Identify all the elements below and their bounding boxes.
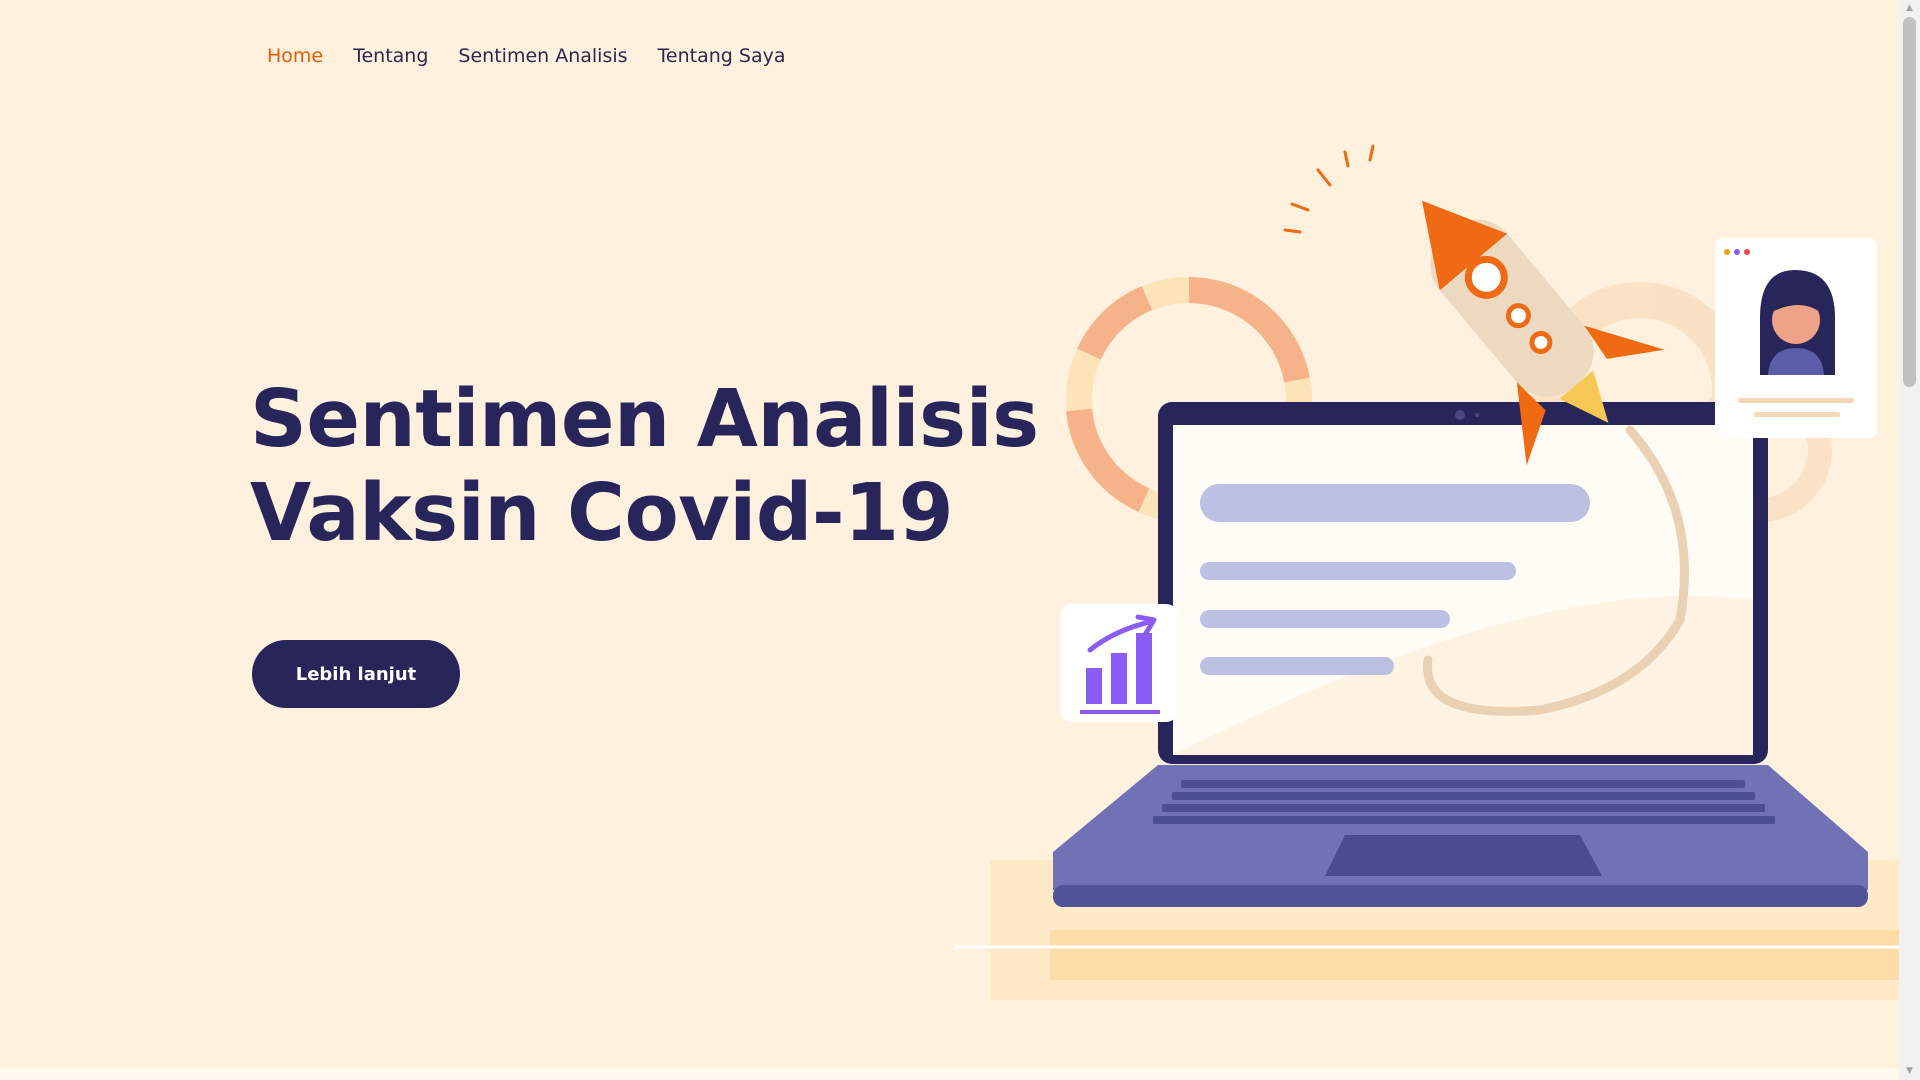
footer-strip	[0, 1068, 1899, 1080]
top-nav: Home Tentang Sentimen Analisis Tentang S…	[267, 42, 815, 70]
hero-title: Sentimen Analisis Vaksin Covid-19	[250, 372, 1050, 560]
nav-tentang[interactable]: Tentang	[353, 42, 428, 70]
nav-tentang-saya[interactable]: Tentang Saya	[658, 42, 786, 70]
page-scrollbar[interactable]: ▲ ▼	[1899, 0, 1920, 1080]
hero-title-line1: Sentimen Analisis	[250, 373, 1039, 465]
nav-sentimen-analisis[interactable]: Sentimen Analisis	[458, 42, 627, 70]
scroll-thumb[interactable]	[1903, 17, 1916, 387]
rocket-sparks	[1283, 144, 1375, 234]
nav-home[interactable]: Home	[267, 42, 323, 70]
scroll-up-arrow-icon[interactable]: ▲	[1899, 0, 1920, 17]
scroll-down-arrow-icon[interactable]: ▼	[1899, 1063, 1920, 1080]
hero-title-line2: Vaksin Covid-19	[250, 467, 954, 559]
hero-illustration	[955, 144, 1899, 1000]
lebih-lanjut-button[interactable]: Lebih lanjut	[252, 640, 460, 708]
bar-chart-icon	[1060, 604, 1178, 722]
page: Home Tentang Sentimen Analisis Tentang S…	[0, 0, 1899, 1068]
profile-card-icon	[1715, 238, 1877, 438]
